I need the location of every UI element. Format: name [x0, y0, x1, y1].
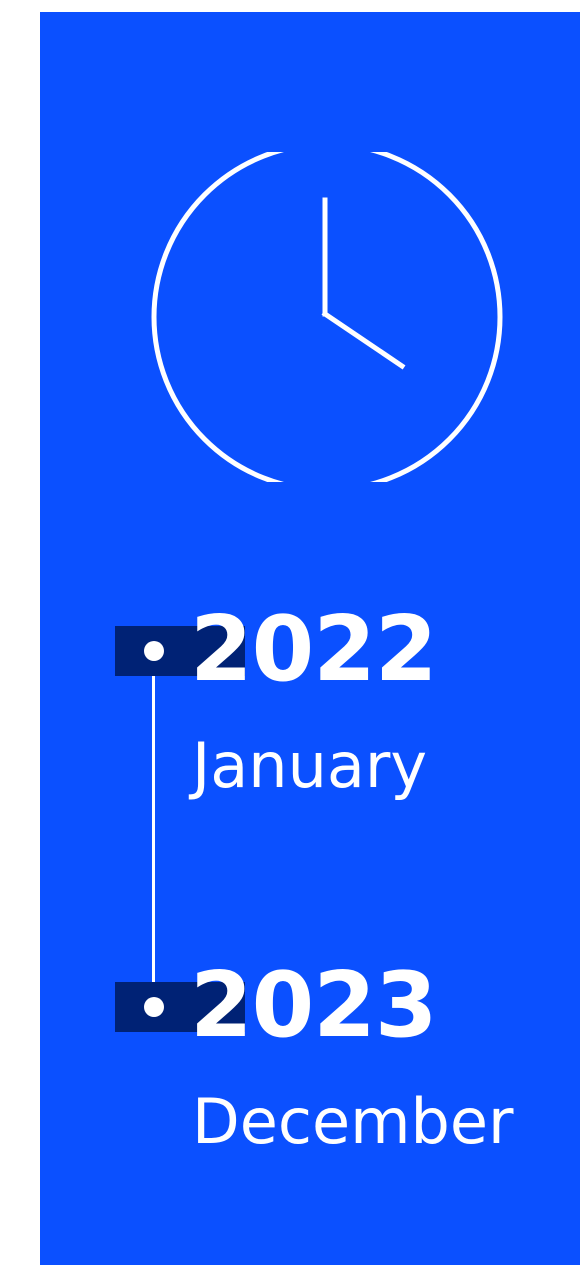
timeline-connector-line: [152, 651, 155, 1008]
timeline-start-month: January: [192, 729, 428, 802]
timeline-end-month: December: [192, 1085, 514, 1158]
timeline-start-year: 2022: [190, 597, 437, 702]
clock-minute-hand: [321, 310, 406, 370]
timeline-end-year: 2023: [190, 953, 437, 1058]
timeline-start-dot: [144, 641, 164, 661]
timeline-end-dot: [144, 997, 164, 1017]
timeline-card: 2022 January 2023 December: [40, 12, 580, 1265]
clock-icon: [151, 152, 503, 482]
